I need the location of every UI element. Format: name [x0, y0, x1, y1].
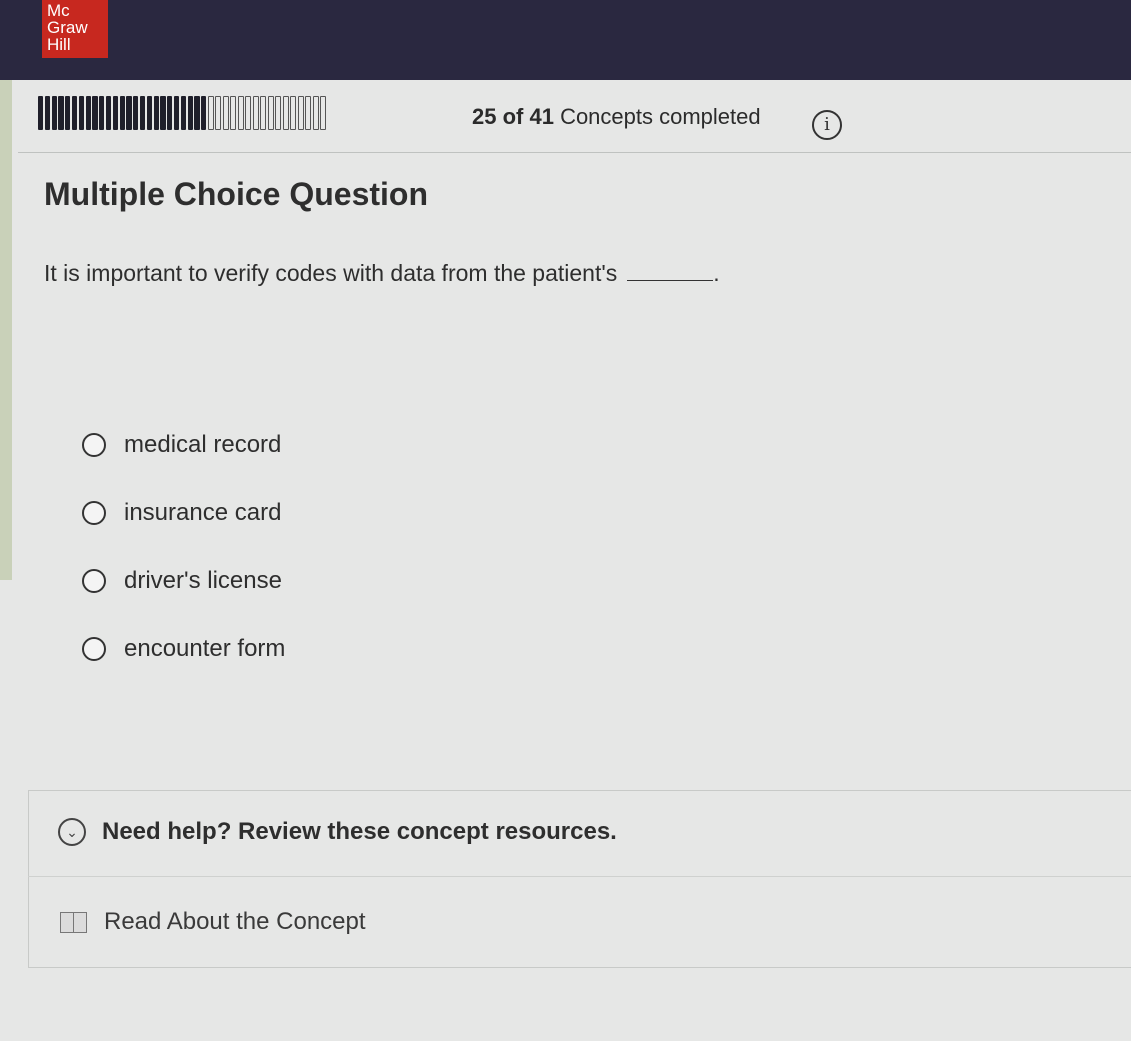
progress-segment-filled: [126, 96, 132, 130]
progress-segment-filled: [51, 96, 57, 130]
progress-label-text: Concepts completed: [560, 104, 761, 129]
progress-count: 25 of 41: [472, 104, 554, 129]
progress-segment-filled: [153, 96, 159, 130]
mcgraw-hill-logo: Mc Graw Hill: [42, 0, 108, 58]
progress-segment-filled: [173, 96, 180, 130]
progress-segment-empty: [237, 96, 244, 130]
question-text: It is important to verify codes with dat…: [44, 260, 720, 287]
progress-segment-filled: [146, 96, 153, 130]
question-heading: Multiple Choice Question: [44, 176, 429, 212]
help-title[interactable]: Need help? Review these concept resource…: [102, 818, 617, 846]
progress-segment-filled: [187, 96, 193, 130]
progress-segment-empty: [282, 96, 289, 130]
progress-segment-empty: [312, 96, 319, 130]
progress-segment-empty: [305, 96, 312, 130]
read-about-concept-link[interactable]: Read About the Concept: [58, 908, 366, 936]
progress-segment-filled: [201, 96, 207, 130]
progress-segment-filled: [65, 96, 71, 130]
progress-segment-filled: [38, 96, 44, 130]
top-bar: Mc Graw Hill: [0, 0, 1131, 80]
progress-segments: [38, 96, 328, 130]
option-insurance-card[interactable]: insurance card: [82, 496, 285, 530]
header-divider: [18, 152, 1131, 153]
progress-segment-empty: [267, 96, 274, 130]
progress-segment-empty: [275, 96, 282, 130]
progress-segment-filled: [85, 96, 91, 130]
progress-segment-empty: [290, 96, 297, 130]
help-divider: [28, 876, 1131, 877]
help-panel: [28, 790, 1131, 968]
radio-button[interactable]: [82, 569, 106, 593]
progress-segment-filled: [92, 96, 98, 130]
progress-segment-filled: [44, 96, 51, 130]
option-label: insurance card: [124, 499, 282, 526]
radio-button[interactable]: [82, 637, 106, 661]
left-accent-strip: [0, 80, 12, 580]
progress-segment-empty: [252, 96, 259, 130]
progress-segment-empty: [260, 96, 267, 130]
progress-segment-filled: [78, 96, 85, 130]
progress-segment-filled: [58, 96, 64, 130]
progress-segment-filled: [167, 96, 173, 130]
resource-label[interactable]: Read About the Concept: [104, 908, 366, 936]
progress-segment-filled: [139, 96, 146, 130]
option-label: medical record: [124, 431, 282, 458]
concept-progress-bar: [38, 96, 328, 130]
help-toggle[interactable]: ⌄ Need help? Review these concept resour…: [58, 818, 617, 846]
progress-segment-empty: [320, 96, 327, 130]
progress-segment-filled: [194, 96, 200, 130]
radio-button[interactable]: [82, 501, 106, 525]
book-icon: [58, 910, 88, 934]
option-encounter-form[interactable]: encounter form: [82, 632, 285, 666]
option-label: driver's license: [124, 567, 282, 594]
progress-segment-filled: [71, 96, 78, 130]
progress-segment-filled: [180, 96, 187, 130]
progress-segment-empty: [215, 96, 222, 130]
progress-segment-empty: [207, 96, 214, 130]
progress-segment-filled: [99, 96, 105, 130]
progress-segment-empty: [297, 96, 304, 130]
option-medical-record[interactable]: medical record: [82, 428, 285, 462]
progress-label: 25 of 41 Concepts completed: [472, 104, 761, 130]
progress-segment-filled: [133, 96, 139, 130]
progress-segment-filled: [112, 96, 119, 130]
radio-button[interactable]: [82, 433, 106, 457]
progress-segment-filled: [119, 96, 125, 130]
option-label: encounter form: [124, 635, 286, 662]
question-stem: It is important to verify codes with dat…: [44, 260, 618, 286]
progress-segment-empty: [222, 96, 229, 130]
info-icon[interactable]: i: [812, 110, 842, 140]
progress-segment-filled: [160, 96, 166, 130]
chevron-down-circle-icon[interactable]: ⌄: [58, 818, 86, 846]
question-trailing: .: [713, 260, 720, 286]
progress-segment-empty: [230, 96, 237, 130]
answer-blank: [627, 261, 714, 281]
progress-segment-empty: [245, 96, 252, 130]
answer-options: medical record insurance card driver's l…: [82, 428, 285, 700]
option-drivers-license[interactable]: driver's license: [82, 564, 285, 598]
progress-segment-filled: [105, 96, 112, 130]
